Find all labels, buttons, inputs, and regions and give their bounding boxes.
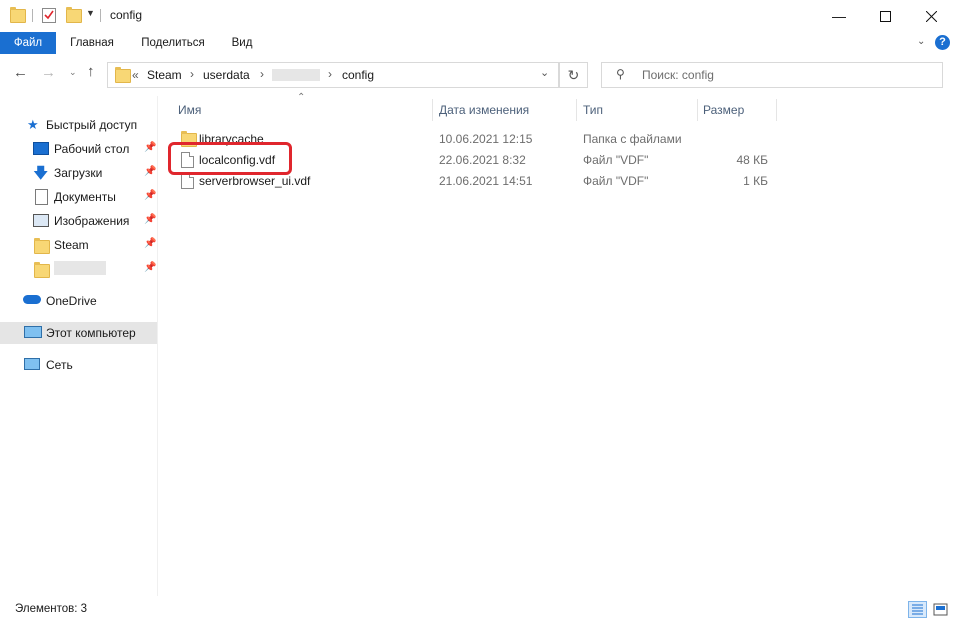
breadcrumb-userdata[interactable]: userdata <box>203 68 250 82</box>
details-view-button[interactable] <box>908 601 927 618</box>
window-title: config <box>110 8 143 22</box>
sidebar-item-redacted[interactable]: 📌 <box>0 258 157 280</box>
address-history-chevron-icon[interactable]: ⌄ <box>540 66 549 79</box>
large-icons-view-button[interactable] <box>931 601 950 618</box>
separator <box>100 9 101 22</box>
sidebar-item-label: Загрузки <box>54 166 103 180</box>
file-date: 22.06.2021 8:32 <box>439 153 526 167</box>
pin-icon: 📌 <box>144 166 157 177</box>
sidebar-item-downloads[interactable]: 🡇 Загрузки 📌 <box>0 162 157 184</box>
file-size: 48 КБ <box>736 153 768 167</box>
separator <box>32 9 33 22</box>
folder-icon <box>34 262 50 278</box>
download-icon: 🡇 <box>33 165 49 182</box>
network-icon <box>24 358 40 370</box>
search-input[interactable]: ⚲ Поиск: config <box>601 62 943 88</box>
status-item-count: Элементов: 3 <box>15 603 88 615</box>
breadcrumb-chevron-icon[interactable]: › <box>328 67 332 81</box>
highlight-annotation <box>168 142 292 175</box>
pin-icon: 📌 <box>144 190 157 201</box>
pin-icon: 📌 <box>144 238 157 249</box>
column-header-size[interactable]: Размер <box>703 103 744 117</box>
back-arrow-icon[interactable]: ← <box>13 64 28 81</box>
sidebar-item-desktop[interactable]: Рабочий стол 📌 <box>0 138 157 160</box>
sidebar-divider <box>157 96 158 596</box>
sidebar-item-pictures[interactable]: Изображения 📌 <box>0 210 157 232</box>
title-bar: ▼ config — <box>0 0 956 32</box>
sidebar-item-network[interactable]: Сеть <box>0 354 157 376</box>
pin-icon: 📌 <box>144 142 157 153</box>
refresh-button[interactable]: ↻ <box>559 62 588 88</box>
sidebar-item-label: Этот компьютер <box>46 326 136 340</box>
column-header-type[interactable]: Тип <box>583 103 603 117</box>
column-divider[interactable] <box>576 99 577 121</box>
sidebar-item-documents[interactable]: Документы 📌 <box>0 186 157 208</box>
sidebar-item-label: Сеть <box>46 358 73 372</box>
ribbon-tabs: Файл Главная Поделиться Вид ⌄ ? <box>0 32 956 54</box>
properties-icon[interactable] <box>42 7 56 26</box>
column-divider[interactable] <box>776 99 777 121</box>
minimize-button[interactable]: — <box>816 0 862 32</box>
file-type: Папка с файлами <box>583 132 682 146</box>
customize-quick-access-icon[interactable]: ▼ <box>86 8 95 18</box>
pictures-icon <box>33 214 49 227</box>
tab-view[interactable]: Вид <box>224 32 260 54</box>
star-icon: ★ <box>27 117 39 132</box>
documents-icon <box>35 189 48 205</box>
sidebar-item-steam[interactable]: Steam 📌 <box>0 234 157 256</box>
column-header-date[interactable]: Дата изменения <box>439 103 529 117</box>
folder-icon <box>115 67 131 83</box>
sidebar-item-label: Steam <box>54 238 89 252</box>
recent-locations-chevron-icon[interactable]: ⌄ <box>69 67 77 78</box>
desktop-icon <box>33 142 49 155</box>
redacted-label <box>54 261 106 275</box>
search-icon: ⚲ <box>616 67 625 81</box>
pin-icon: 📌 <box>144 214 157 225</box>
forward-arrow-icon[interactable]: → <box>41 64 56 81</box>
address-bar[interactable]: « Steam › userdata › › config ⌄ <box>107 62 559 88</box>
onedrive-cloud-icon <box>23 295 41 304</box>
tab-share[interactable]: Поделиться <box>133 32 213 54</box>
maximize-button[interactable] <box>862 0 908 32</box>
search-placeholder: Поиск: config <box>642 68 714 82</box>
column-divider[interactable] <box>432 99 433 121</box>
sidebar-item-onedrive[interactable]: OneDrive <box>0 290 157 312</box>
computer-icon <box>24 326 42 338</box>
sidebar-item-quick-access[interactable]: ★ Быстрый доступ <box>0 114 157 136</box>
column-divider[interactable] <box>697 99 698 121</box>
refresh-icon: ↻ <box>567 66 580 83</box>
tab-home[interactable]: Главная <box>63 32 121 54</box>
column-header-name[interactable]: Имя <box>178 103 201 117</box>
sidebar-item-this-pc[interactable]: Этот компьютер <box>0 322 157 344</box>
large-icons-view-icon <box>933 603 948 616</box>
details-view-icon <box>912 604 923 615</box>
breadcrumb-overflow[interactable]: « <box>132 68 139 82</box>
breadcrumb-chevron-icon[interactable]: › <box>190 67 194 81</box>
breadcrumb-chevron-icon[interactable]: › <box>260 67 264 81</box>
sidebar-item-label: Быстрый доступ <box>46 118 138 132</box>
file-date: 21.06.2021 14:51 <box>439 174 533 188</box>
sidebar-item-label: OneDrive <box>46 294 97 308</box>
breadcrumb-config[interactable]: config <box>342 68 374 82</box>
tab-file[interactable]: Файл <box>0 32 56 54</box>
redacted-breadcrumb[interactable] <box>272 69 320 81</box>
file-type: Файл "VDF" <box>583 153 649 167</box>
pin-icon: 📌 <box>144 262 157 273</box>
sidebar-item-label: Изображения <box>54 214 130 228</box>
file-date: 10.06.2021 12:15 <box>439 132 533 146</box>
file-name: serverbrowser_ui.vdf <box>199 174 311 188</box>
file-icon <box>181 173 194 189</box>
close-button[interactable] <box>908 0 954 32</box>
sidebar-item-label: Рабочий стол <box>54 142 130 156</box>
breadcrumb-steam[interactable]: Steam <box>147 68 182 82</box>
folder-icon <box>34 238 50 254</box>
sort-ascending-icon: ⌃ <box>297 92 306 103</box>
up-arrow-icon[interactable]: ↑ <box>87 63 95 80</box>
help-icon[interactable]: ? <box>935 35 950 50</box>
sidebar-item-label: Документы <box>54 190 116 204</box>
expand-ribbon-icon[interactable]: ⌄ <box>917 36 925 47</box>
file-size: 1 КБ <box>743 174 768 188</box>
file-type: Файл "VDF" <box>583 174 649 188</box>
